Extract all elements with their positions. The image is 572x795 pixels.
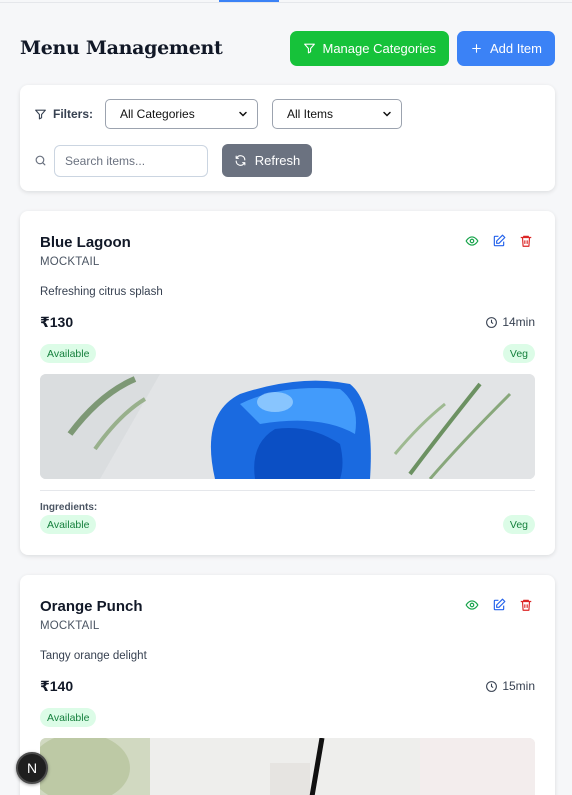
chevron-down-icon [239,111,247,117]
item-category: MOCKTAIL [40,256,100,268]
blue-lagoon-photo [40,374,535,479]
filters-panel: Filters: All Categories All Items Refres… [20,85,555,191]
search-input[interactable] [54,144,208,177]
item-prep-time: 15min [485,679,535,693]
edit-icon [493,234,506,247]
card-divider [40,490,535,491]
items-select[interactable]: All Items [272,99,403,129]
item-time-value: 15min [502,679,535,693]
clock-icon [486,680,498,692]
refresh-icon [235,155,246,166]
orange-punch-photo [40,738,535,795]
item-category: MOCKTAIL [40,620,100,632]
search-row: Refresh [34,144,312,177]
item-price: ₹140 [40,678,74,694]
search-icon [35,155,46,166]
item-image [40,738,535,795]
active-tab-indicator [219,0,279,2]
item-image [40,374,535,479]
item-price: ₹130 [40,314,74,330]
manage-categories-label: Manage Categories [322,40,436,56]
app-badge-button[interactable]: N [16,752,48,784]
top-border [0,0,572,3]
filters-label-group: Filters: [34,107,93,121]
add-item-button[interactable]: Add Item [456,30,555,66]
filter-icon [35,109,46,119]
availability-badge: Available [40,708,97,727]
veg-badge: Veg [502,515,535,534]
trash-icon [520,599,532,611]
edit-button[interactable] [492,598,506,612]
page-header: Menu Management Manage Categories Add It… [20,30,555,66]
filters-label: Filters: [53,107,94,121]
ingredients-label: Ingredients: [40,502,98,513]
item-prep-time: 14min [485,315,535,329]
eye-icon [465,236,479,246]
menu-item-card: Orange Punch MOCKTAIL Tangy orange delig… [20,575,555,795]
view-button[interactable] [465,234,479,248]
view-button[interactable] [465,598,479,612]
trash-icon [520,235,532,247]
header-actions: Manage Categories Add Item [289,30,555,66]
delete-button[interactable] [519,234,533,248]
refresh-button[interactable]: Refresh [222,144,312,177]
availability-badge: Available [40,344,97,363]
category-select[interactable]: All Categories [105,99,259,129]
edit-icon [493,598,506,611]
manage-categories-button[interactable]: Manage Categories [289,30,449,66]
item-name: Orange Punch [40,598,143,615]
plus-icon [472,43,481,53]
filters-row: Filters: All Categories All Items [34,99,403,129]
item-actions [465,234,533,248]
category-select-value: All Categories [120,107,195,121]
clock-icon [486,316,498,328]
items-select-value: All Items [287,107,334,121]
item-description: Refreshing citrus splash [40,286,163,298]
veg-badge: Veg [502,344,535,363]
chevron-down-icon [383,111,391,117]
item-time-value: 14min [502,315,535,329]
item-description: Tangy orange delight [40,650,147,662]
add-item-label: Add Item [489,40,542,56]
delete-button[interactable] [519,598,533,612]
refresh-label: Refresh [254,153,301,168]
edit-button[interactable] [492,234,506,248]
filter-icon [303,43,315,53]
item-name: Blue Lagoon [40,234,131,251]
eye-icon [465,600,479,610]
page-title: Menu Management [20,37,223,59]
menu-item-card: Blue Lagoon MOCKTAIL Refreshing citrus s… [20,211,555,555]
availability-badge: Available [40,515,97,534]
item-actions [465,598,533,612]
